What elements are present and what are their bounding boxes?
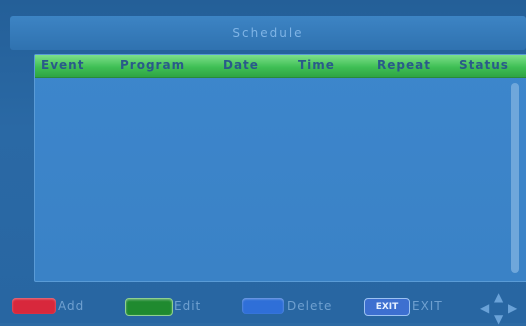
exit-key[interactable]: EXIT: [364, 298, 410, 316]
table-header: Event Program Date Time Repeat Status: [35, 55, 526, 78]
column-header-date: Date: [223, 58, 259, 72]
column-header-event: Event: [41, 58, 85, 72]
column-header-status: Status: [459, 58, 509, 72]
direction-pad-icon: ▲ ◀ ▶ ▼: [480, 290, 518, 326]
edit-label: Edit: [174, 299, 202, 313]
schedule-table: Event Program Date Time Repeat Status: [34, 54, 526, 282]
tv-screen: Schedule Event Program Date Time Repeat …: [0, 0, 526, 326]
footer-key-bar: Add Edit Delete EXIT EXIT ▲ ◀ ▶ ▼: [0, 288, 526, 326]
add-label: Add: [58, 299, 85, 313]
title-bar: Schedule: [10, 16, 526, 50]
blue-key-delete[interactable]: [242, 298, 284, 314]
page-title: Schedule: [232, 26, 304, 40]
green-key-edit[interactable]: [125, 298, 173, 316]
exit-label: EXIT: [412, 299, 443, 313]
column-header-time: Time: [298, 58, 335, 72]
scrollbar[interactable]: [511, 83, 519, 273]
column-header-repeat: Repeat: [377, 58, 431, 72]
red-key-add[interactable]: [12, 298, 56, 314]
delete-label: Delete: [287, 299, 333, 313]
column-header-program: Program: [120, 58, 186, 72]
